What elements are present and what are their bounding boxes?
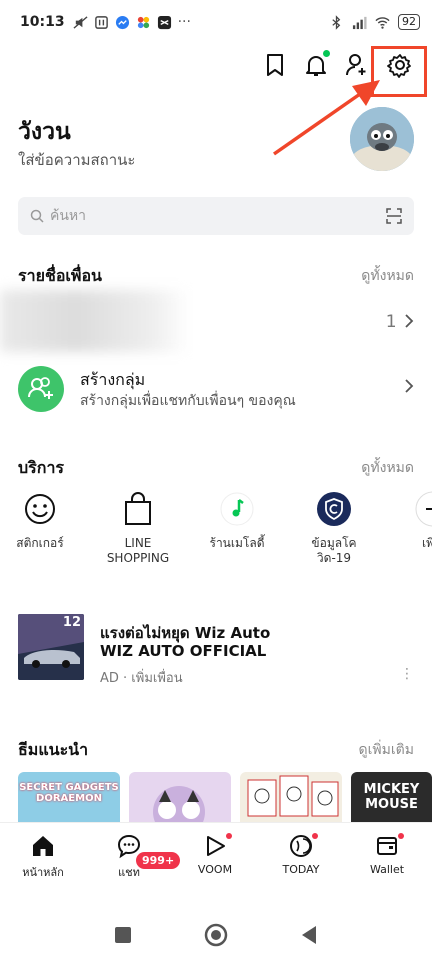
theme-card-kuromi[interactable]	[129, 772, 231, 822]
profile-name[interactable]: วังวน	[18, 114, 71, 150]
search-bar[interactable]: ค้นหา	[18, 197, 414, 235]
wallet-icon	[377, 837, 397, 855]
nav-voom[interactable]: VOOM	[172, 823, 258, 901]
covid-shield-icon	[315, 490, 353, 528]
theme-card-title: MICKEY MOUSE	[363, 782, 420, 812]
search-placeholder: ค้นหา	[50, 208, 87, 224]
bluetooth-icon	[332, 14, 341, 30]
plus-icon	[414, 490, 432, 528]
search-icon	[30, 209, 44, 223]
nav-label: VOOM	[197, 863, 233, 876]
service-label: ข้อมูลโควิด-19	[311, 536, 357, 565]
theme-card-hello-kitty[interactable]	[240, 772, 342, 822]
home-icon	[33, 836, 53, 856]
services-section-title: บริการ	[18, 458, 65, 477]
ad-thumbnail[interactable]: 12	[18, 614, 84, 680]
friends-section-title: รายชื่อเพื่อน	[18, 266, 102, 285]
friend-count[interactable]: 1	[386, 312, 414, 332]
recents-square-icon[interactable]	[114, 926, 132, 944]
new-dot	[226, 833, 232, 839]
service-melody-shop[interactable]: ร้านเมโลดี้	[192, 490, 282, 551]
themes-section-title: ธีมแนะนำ	[18, 740, 89, 759]
voom-play-icon	[207, 836, 225, 856]
theme-image	[247, 775, 339, 817]
mute-icon	[73, 15, 88, 29]
home-circle-icon[interactable]	[204, 923, 228, 947]
nav-label: Wallet	[369, 863, 405, 876]
qr-scan-icon[interactable]	[386, 208, 402, 224]
service-label: ร้านเมโลดี้	[209, 536, 265, 550]
nav-label: แชท	[118, 866, 140, 879]
chevron-right-icon	[405, 379, 414, 393]
signal-icon	[352, 16, 367, 29]
service-label: LINE SHOPPING	[106, 536, 170, 565]
photos-icon	[137, 16, 149, 28]
chat-unread-badge: 999+	[136, 852, 181, 869]
battery-indicator: 92	[398, 14, 420, 30]
ad-meta: AD · เพิ่มเพื่อน	[100, 671, 183, 686]
ad-account-name[interactable]: WIZ AUTO OFFICIAL	[100, 642, 266, 660]
bottom-nav: หน้าหลัก แชท VOOM TODAY Wallet	[0, 822, 432, 900]
messenger-icon	[115, 15, 129, 29]
service-stickers[interactable]: สติกเกอร์	[0, 490, 85, 551]
services-see-all-link[interactable]: ดูทั้งหมด	[361, 457, 414, 479]
friends-see-all-link[interactable]: ดูทั้งหมด	[361, 265, 414, 287]
ad-thumb-badge: 12	[62, 615, 81, 630]
profile-status-message[interactable]: ใส่ข้อความสถานะ	[18, 148, 135, 172]
themes-see-more-link[interactable]: ดูเพิ่มเติม	[359, 739, 414, 761]
shopping-bag-icon	[119, 490, 157, 528]
status-bar: 10:13 ··· 92	[0, 0, 432, 44]
service-label: สติกเกอร์	[16, 536, 64, 550]
nav-home[interactable]: หน้าหลัก	[0, 823, 86, 901]
new-dot	[312, 833, 318, 839]
today-icon	[290, 835, 312, 857]
wifi-icon	[375, 16, 390, 29]
create-group-subtitle: สร้างกลุ่มเพื่อแชทกับเพื่อนๆ ของคุณ	[80, 393, 296, 409]
service-label: เพิ่	[422, 536, 432, 550]
status-system-icons: 92	[329, 14, 420, 30]
nfc-icon	[94, 15, 108, 29]
ad-more-options-icon[interactable]: ⋮	[400, 666, 414, 682]
avatar[interactable]	[350, 107, 414, 171]
blurred-friend-row[interactable]	[0, 290, 190, 352]
theme-card-doraemon[interactable]: SECRET GADGETS DORAEMON	[18, 772, 120, 822]
nav-today[interactable]: TODAY	[258, 823, 344, 901]
status-notification-icons: ···	[73, 14, 191, 30]
new-dot	[398, 833, 404, 839]
capcut-icon	[157, 15, 171, 29]
create-group-icon	[18, 366, 64, 412]
system-nav-bar	[0, 906, 432, 960]
service-line-shopping[interactable]: LINE SHOPPING	[93, 490, 183, 566]
create-group-row[interactable]: สร้างกลุ่ม สร้างกลุ่มเพื่อแชทกับเพื่อนๆ …	[18, 366, 414, 412]
status-time: 10:13	[20, 14, 65, 30]
friend-count-value: 1	[385, 312, 397, 332]
service-add[interactable]: เพิ่	[384, 490, 432, 551]
music-note-icon	[218, 490, 256, 528]
theme-image	[153, 786, 205, 822]
smiley-icon	[21, 490, 59, 528]
notification-dot	[323, 50, 330, 57]
back-triangle-icon[interactable]	[300, 925, 318, 945]
theme-card-mickey[interactable]: MICKEY MOUSE	[351, 772, 432, 822]
more-notifications-icon: ···	[177, 14, 191, 30]
avatar-image	[350, 107, 414, 171]
service-covid-info[interactable]: ข้อมูลโควิด-19	[289, 490, 379, 566]
nav-wallet[interactable]: Wallet	[344, 823, 430, 901]
chevron-right-icon	[405, 314, 414, 328]
nav-label: TODAY	[282, 863, 320, 876]
nav-label: หน้าหลัก	[22, 866, 64, 879]
theme-card-title: SECRET GADGETS DORAEMON	[19, 782, 119, 804]
